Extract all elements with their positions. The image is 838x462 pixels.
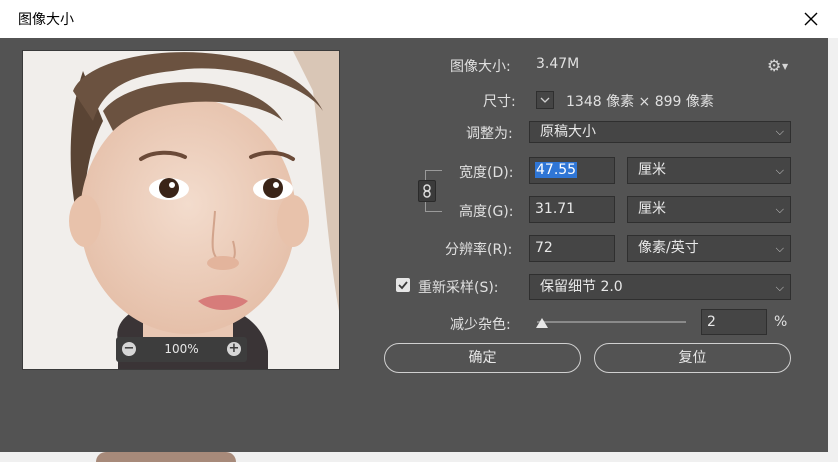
close-icon[interactable] (798, 6, 824, 32)
resolution-unit: 像素/英寸 (638, 240, 699, 256)
resolution-value: 72 (535, 240, 553, 256)
title-bar: 图像大小 (0, 0, 838, 38)
resample-checkbox[interactable] (396, 278, 410, 292)
height-label: 高度(G): (459, 204, 514, 220)
width-unit-select[interactable]: 厘米 ⌵ (627, 157, 791, 184)
fit-to-select[interactable]: 原稿大小 ⌵ (529, 121, 791, 143)
reduce-noise-value: 2 (707, 314, 716, 330)
chevron-down-icon: ⌵ (775, 164, 784, 177)
fit-to-label: 调整为: (466, 126, 513, 142)
dimensions-value: 1348 像素 × 899 像素 (566, 94, 714, 110)
image-preview[interactable] (22, 50, 340, 370)
chevron-down-icon: ▼ (782, 62, 789, 71)
height-value: 31.71 (535, 201, 576, 217)
height-input[interactable]: 31.71 (529, 196, 615, 223)
image-size-dialog: 图像大小 − 100% + 图像大小: 3.47M ⚙ ▼ 尺寸: 1348 像… (0, 0, 838, 462)
chevron-down-icon: ⌵ (775, 281, 784, 294)
gear-icon[interactable]: ⚙ ▼ (767, 56, 791, 75)
link-icon[interactable] (418, 180, 436, 202)
window-edge-bottom (0, 452, 838, 462)
chevron-down-icon (540, 97, 550, 103)
reduce-noise-label: 减少杂色: (450, 317, 511, 333)
resolution-input[interactable]: 72 (529, 235, 615, 262)
width-value: 47.55 (535, 162, 578, 178)
chevron-down-icon: ⌵ (775, 242, 784, 255)
checkmark-icon (398, 281, 408, 290)
height-unit: 厘米 (638, 201, 666, 217)
image-size-value: 3.47M (536, 56, 580, 72)
chevron-down-icon: ⌵ (775, 125, 784, 138)
resample-method: 保留细节 2.0 (540, 279, 623, 295)
resample-label: 重新采样(S): (418, 280, 499, 296)
window-edge-right (828, 38, 838, 462)
height-unit-select[interactable]: 厘米 ⌵ (627, 196, 791, 223)
child-portrait-image (23, 51, 339, 369)
dimensions-label: 尺寸: (483, 94, 516, 110)
reduce-noise-input[interactable]: 2 (701, 309, 767, 335)
dimensions-unit-dropdown[interactable] (536, 91, 554, 109)
ok-button[interactable]: 确定 (384, 343, 581, 373)
width-input[interactable]: 47.55 (529, 157, 615, 184)
zoom-control: − 100% + (116, 337, 247, 362)
reduce-noise-slider-thumb[interactable] (536, 318, 548, 328)
resample-method-select[interactable]: 保留细节 2.0 ⌵ (529, 274, 791, 300)
reduce-noise-slider[interactable] (537, 321, 686, 323)
fit-to-value: 原稿大小 (540, 124, 596, 140)
resolution-label: 分辨率(R): (445, 242, 513, 258)
resolution-unit-select[interactable]: 像素/英寸 ⌵ (627, 235, 791, 262)
zoom-in-icon[interactable]: + (227, 342, 241, 356)
width-unit: 厘米 (638, 162, 666, 178)
reduce-noise-unit: % (774, 314, 788, 330)
width-label: 宽度(D): (459, 165, 514, 181)
image-size-label: 图像大小: (450, 59, 511, 75)
reset-button[interactable]: 复位 (594, 343, 791, 373)
dialog-title: 图像大小 (18, 12, 74, 28)
chevron-down-icon: ⌵ (775, 203, 784, 216)
